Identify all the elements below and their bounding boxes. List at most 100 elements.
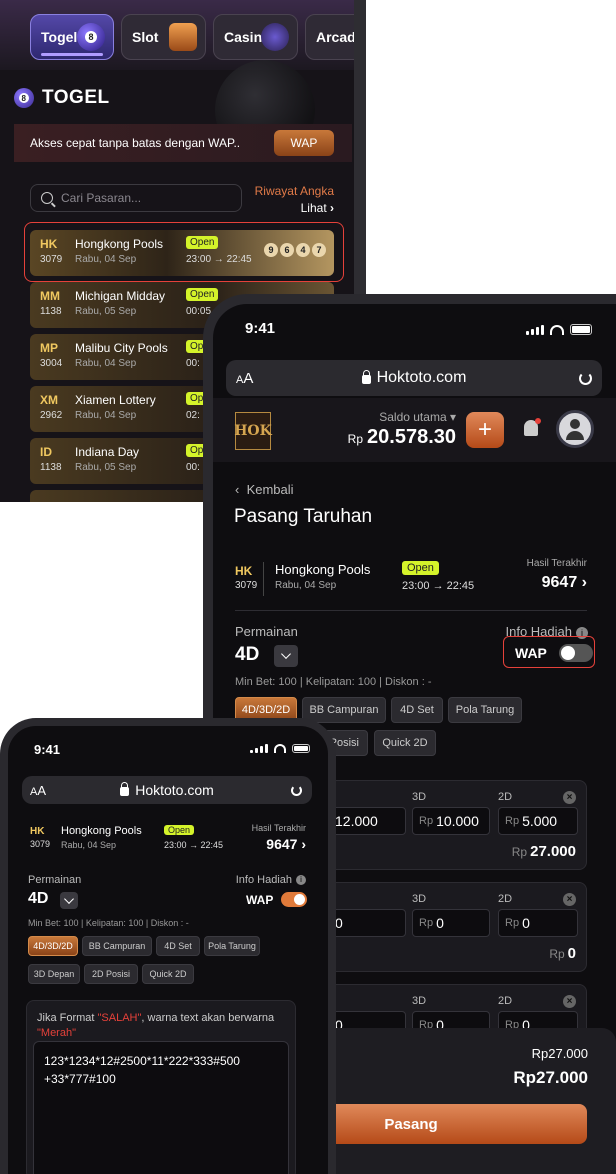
chip-4d-set[interactable]: 4D Set: [156, 936, 200, 956]
format-hint: Jika Format "SALAH", warna text akan ber…: [37, 1012, 275, 1039]
amount-2d-field[interactable]: Rp 0: [498, 909, 578, 937]
category-tabs: Togel 8 Slot Casino Arcade: [0, 0, 354, 70]
game-label: Permainan: [28, 874, 82, 886]
chip-bb-campuran[interactable]: BB Campuran: [302, 697, 386, 723]
amount-3d-field[interactable]: Rp 0: [412, 909, 490, 937]
amount-4d-field[interactable]: 12.000: [328, 807, 406, 835]
text-size-button[interactable]: AA: [30, 783, 46, 798]
col-label: 3D: [412, 995, 427, 1007]
market-code: HK: [30, 826, 45, 837]
clock: 9:41: [34, 742, 61, 757]
wap-banner: Akses cepat tanpa batas dengan WAP.. WAP: [14, 124, 352, 162]
wifi-icon: [274, 744, 286, 753]
game-dropdown-button[interactable]: [60, 892, 78, 909]
riwayat-label: Riwayat Angka: [254, 184, 334, 198]
chevron-right-icon: ›: [581, 574, 587, 591]
close-icon[interactable]: ×: [563, 791, 576, 804]
tab-arcade[interactable]: Arcade: [305, 14, 354, 60]
reload-icon[interactable]: [579, 371, 592, 385]
divider: [235, 610, 587, 611]
info-icon: i: [296, 875, 306, 886]
last-result-label: Hasil Terakhir: [251, 823, 306, 833]
chip-2d-posisi[interactable]: 2D Posisi: [84, 964, 138, 984]
amount-4d-field[interactable]: 0: [328, 909, 406, 937]
wap-banner-text: Akses cepat tanpa batas dengan WAP..: [30, 136, 241, 150]
chip-pola-tarung[interactable]: Pola Tarung: [448, 697, 522, 723]
tab-label: Slot: [132, 29, 159, 45]
avatar[interactable]: [556, 410, 594, 448]
info-hadiah[interactable]: Info Hadiah i: [236, 874, 306, 886]
status-bar: 9:41: [8, 726, 328, 774]
bell-icon[interactable]: [524, 418, 541, 436]
chip-quick-2d[interactable]: Quick 2D: [142, 964, 194, 984]
battery-icon: [570, 324, 592, 335]
signal-icon: [526, 325, 544, 335]
last-result-value[interactable]: 9647 ›: [266, 836, 306, 852]
col-label: 2D: [498, 791, 513, 803]
col-label: 3D: [412, 893, 427, 905]
search-icon: [41, 192, 53, 204]
lihat-label: Lihat: [300, 201, 327, 215]
search-input[interactable]: Cari Pasaran...: [30, 184, 242, 212]
market-date: Rabu, 04 Sep: [275, 580, 337, 591]
reload-icon[interactable]: [291, 784, 302, 796]
wap-toggle[interactable]: WAP: [246, 892, 308, 907]
col-label: 2D: [498, 995, 513, 1007]
chip-pola-tarung[interactable]: Pola Tarung: [204, 936, 260, 956]
riwayat-link[interactable]: Riwayat Angka Lihat ›: [255, 184, 334, 215]
eight-ball-icon: 8: [77, 23, 105, 51]
tab-slot[interactable]: Slot: [121, 14, 206, 60]
amount-3d-field[interactable]: Rp 10.000: [412, 807, 490, 835]
market-time: 00:: [186, 462, 200, 473]
url-bar[interactable]: AA Hoktoto.com: [226, 360, 602, 396]
grand-total: Rp27.000: [513, 1068, 588, 1087]
market-date: Rabu, 04 Sep: [75, 358, 137, 369]
input-line: 123*1234*12#2500*11*222*333#500: [44, 1054, 240, 1068]
tab-togel[interactable]: Togel 8: [30, 14, 114, 60]
market-code: XM: [40, 393, 58, 407]
balance-label[interactable]: Saldo utama ▾: [379, 410, 456, 424]
market-name: Hongkong Pools: [275, 562, 371, 577]
chip-quick-2d[interactable]: Quick 2D: [374, 730, 436, 756]
logo[interactable]: HOK: [234, 412, 272, 450]
caret-down-icon: ▾: [449, 410, 456, 424]
deposit-button[interactable]: +: [466, 412, 504, 448]
chevron-right-icon: ›: [301, 836, 306, 852]
wap-button[interactable]: WAP: [274, 130, 334, 156]
market-date: Rabu, 05 Sep: [75, 462, 137, 473]
tab-indicator: [41, 53, 103, 56]
battery-icon: [292, 744, 310, 753]
back-link[interactable]: ‹ Kembali: [235, 482, 294, 497]
toggle-switch[interactable]: [281, 892, 308, 907]
amount-2d-field[interactable]: Rp 5.000: [498, 807, 578, 835]
market-number: 1138: [40, 306, 62, 317]
text-size-button[interactable]: AA: [236, 370, 253, 387]
last-result-value[interactable]: 9647 ›: [542, 574, 587, 592]
market-number: 3079: [235, 580, 258, 591]
signal-icon: [250, 744, 268, 753]
chip-4d-set[interactable]: 4D Set: [391, 697, 443, 723]
divider: [263, 562, 264, 596]
balance-value: Rp 20.578.30: [347, 426, 456, 448]
col-label: 3D: [412, 791, 427, 803]
chip-3d-depan[interactable]: 3D Depan: [28, 964, 80, 984]
close-icon[interactable]: ×: [563, 995, 576, 1008]
chip-bb-campuran[interactable]: BB Campuran: [82, 936, 152, 956]
bet-rules: Min Bet: 100 | Kelipatan: 100 | Diskon :…: [235, 676, 432, 688]
eight-ball-icon: 8: [14, 88, 34, 108]
bet-text-area[interactable]: 123*1234*12#2500*11*222*333#500 +33*777#…: [33, 1041, 289, 1174]
market-number: 1138: [40, 462, 62, 473]
url-bar[interactable]: AA Hoktoto.com: [22, 776, 312, 804]
game-dropdown-button[interactable]: [274, 645, 298, 667]
game-label: Permainan: [235, 624, 298, 639]
status-badge: Open: [186, 288, 219, 301]
status-badge: Open: [402, 561, 439, 575]
market-name: Michigan Midday: [75, 289, 166, 303]
market-number: 2962: [40, 410, 63, 421]
app-header: HOK Saldo utama ▾ Rp 20.578.30 +: [213, 398, 616, 462]
market-time: 00:: [186, 358, 200, 369]
url-text: Hoktoto.com: [135, 782, 214, 798]
close-icon[interactable]: ×: [563, 893, 576, 906]
tab-casino[interactable]: Casino: [213, 14, 298, 60]
chip-4d3d2d[interactable]: 4D/3D/2D: [28, 936, 78, 956]
